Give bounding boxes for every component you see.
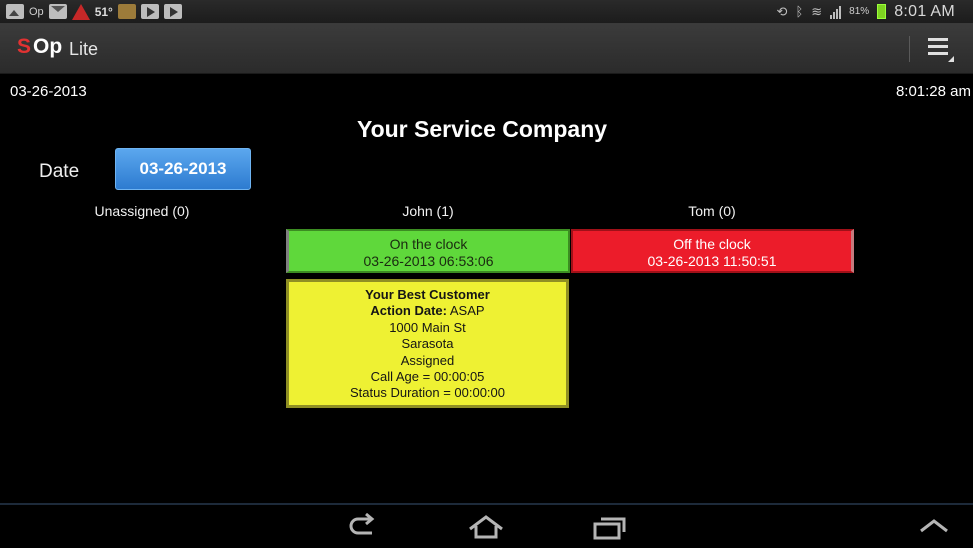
up-chevron-icon[interactable] (919, 517, 949, 533)
status-clock: 8:01 AM (894, 2, 955, 20)
action-bar: S Op Lite (0, 24, 973, 74)
sync-icon: ⟲ (776, 3, 788, 19)
tom-status-time: 03-26-2013 11:50:51 (647, 253, 777, 269)
status-bar: Op 51° ⟲ ᛒ ≋ 81% 8:01 AM (0, 0, 973, 24)
image-icon (6, 4, 24, 19)
column-header-john: John (1) (402, 203, 454, 219)
app-logo[interactable]: S Op (17, 36, 62, 58)
weather-temperature: 51° (94, 4, 113, 19)
mail-icon (48, 4, 67, 19)
date-picker-button[interactable]: 03-26-2013 (115, 148, 251, 190)
tom-clock-status[interactable]: Off the clock 03-26-2013 11:50:51 (571, 229, 854, 273)
back-icon[interactable] (348, 512, 378, 544)
system-icons: ⟲ ᛒ ≋ 81% 8:01 AM (777, 2, 955, 21)
job-customer: Your Best Customer (365, 287, 490, 302)
tom-status-text: Off the clock (673, 236, 751, 252)
app-title: Lite (69, 39, 99, 59)
puzzle-icon (117, 4, 136, 19)
signal-icon (830, 5, 842, 19)
current-date: 03-26-2013 (10, 83, 87, 100)
company-name: Your Service Company (356, 116, 608, 142)
job-call-age: Call Age = 00:00:05 (370, 369, 485, 385)
wifi-icon: ≋ (811, 3, 823, 19)
job-action-date-label: Action Date: (370, 303, 447, 319)
column-header-tom: Tom (0) (688, 203, 736, 219)
op-app-icon: Op (29, 5, 44, 18)
action-bar-divider (909, 36, 910, 62)
logo-op: Op (33, 35, 63, 58)
john-clock-status[interactable]: On the clock 03-26-2013 06:53:06 (286, 229, 570, 273)
notification-icons: Op 51° (6, 3, 182, 20)
job-action-date-value: ASAP (449, 303, 485, 319)
video-icon (140, 4, 159, 19)
battery-percent: 81% (849, 6, 870, 17)
job-card[interactable]: Your Best Customer Action Date: ASAP 100… (286, 279, 569, 408)
job-city: Sarasota (401, 336, 454, 352)
warning-icon (71, 3, 90, 20)
john-status-text: On the clock (389, 236, 468, 252)
date-label: Date (39, 161, 80, 182)
current-time: 8:01:28 am (895, 83, 971, 100)
john-status-time: 03-26-2013 06:53:06 (363, 253, 494, 269)
job-status: Assigned (400, 352, 455, 368)
recent-apps-icon[interactable] (593, 516, 626, 540)
battery-icon (877, 4, 887, 19)
logo-s: S (17, 35, 32, 58)
home-icon[interactable] (468, 515, 504, 539)
job-address: 1000 Main St (389, 319, 466, 335)
navigation-bar (0, 503, 973, 548)
play-icon (163, 4, 182, 19)
column-header-unassigned: Unassigned (0) (94, 203, 190, 219)
job-status-duration: Status Duration = 00:00:00 (349, 385, 506, 401)
bluetooth-icon: ᛒ (795, 4, 804, 19)
overflow-menu-icon[interactable] (928, 38, 954, 62)
